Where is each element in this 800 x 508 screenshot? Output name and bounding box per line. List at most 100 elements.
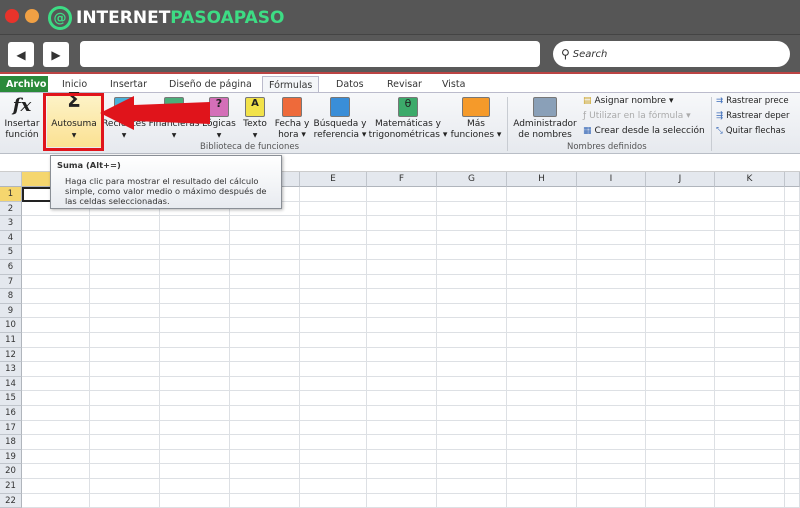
cell[interactable] [90, 376, 160, 392]
cell[interactable] [507, 230, 577, 246]
cell[interactable] [437, 260, 507, 275]
cell[interactable] [785, 245, 800, 260]
cell[interactable] [785, 230, 800, 246]
cell[interactable] [577, 274, 646, 290]
cell[interactable] [367, 420, 437, 436]
row-header[interactable]: 18 [0, 435, 22, 450]
cell[interactable] [646, 362, 715, 377]
administrador-nombres-button[interactable]: Administrador de nombres [512, 95, 578, 141]
cell[interactable] [785, 187, 800, 202]
cell[interactable] [230, 289, 300, 304]
cell[interactable] [367, 201, 437, 217]
cell[interactable] [22, 260, 90, 275]
cell[interactable] [367, 333, 437, 348]
cell[interactable] [437, 201, 507, 217]
cell[interactable] [367, 303, 437, 319]
cell[interactable] [437, 187, 507, 202]
cell[interactable] [785, 435, 800, 450]
cell[interactable] [437, 391, 507, 406]
cell[interactable] [300, 187, 367, 202]
cell[interactable] [230, 420, 300, 436]
cell[interactable] [507, 274, 577, 290]
row-header[interactable]: 20 [0, 464, 22, 479]
rastrear-precedentes-button[interactable]: ⇉ Rastrear prece [716, 96, 789, 106]
cell[interactable] [230, 230, 300, 246]
column-header[interactable] [785, 172, 800, 187]
cell[interactable] [160, 464, 230, 479]
cell[interactable] [577, 303, 646, 319]
row-header[interactable]: 9 [0, 303, 22, 319]
cell[interactable] [160, 216, 230, 231]
close-window-button[interactable] [5, 9, 19, 23]
cell[interactable] [437, 289, 507, 304]
row-header[interactable]: 5 [0, 245, 22, 260]
cell[interactable] [437, 230, 507, 246]
cell[interactable] [577, 187, 646, 202]
cell[interactable] [785, 333, 800, 348]
cell[interactable] [715, 347, 785, 363]
cell[interactable] [577, 493, 646, 508]
cell[interactable] [507, 216, 577, 231]
cell[interactable] [160, 318, 230, 333]
cell[interactable] [160, 333, 230, 348]
cell[interactable] [367, 216, 437, 231]
busqueda-referencia-button[interactable]: Búsqueda y referencia ▾ [312, 95, 368, 141]
cell[interactable] [300, 376, 367, 392]
cell[interactable] [22, 303, 90, 319]
cell[interactable] [785, 449, 800, 465]
cell[interactable] [367, 245, 437, 260]
column-header[interactable]: H [507, 172, 577, 187]
cell[interactable] [160, 347, 230, 363]
mas-funciones-button[interactable]: Más funciones ▾ [448, 95, 504, 141]
cell[interactable] [300, 201, 367, 217]
cell[interactable] [367, 289, 437, 304]
cell[interactable] [90, 391, 160, 406]
cell[interactable] [230, 464, 300, 479]
cell[interactable] [300, 391, 367, 406]
cell[interactable] [300, 318, 367, 333]
cell[interactable] [646, 479, 715, 494]
row-header[interactable]: 15 [0, 391, 22, 406]
row-header[interactable]: 2 [0, 201, 22, 217]
cell[interactable] [437, 420, 507, 436]
cell[interactable] [646, 391, 715, 406]
row-header[interactable]: 14 [0, 376, 22, 392]
cell[interactable] [160, 289, 230, 304]
cell[interactable] [22, 449, 90, 465]
cell[interactable] [367, 260, 437, 275]
cell[interactable] [715, 289, 785, 304]
cell[interactable] [507, 201, 577, 217]
cell[interactable] [300, 420, 367, 436]
cell[interactable] [367, 493, 437, 508]
cell[interactable] [22, 479, 90, 494]
row-header[interactable]: 11 [0, 333, 22, 348]
cell[interactable] [577, 406, 646, 421]
cell[interactable] [785, 347, 800, 363]
cell[interactable] [160, 260, 230, 275]
cell[interactable] [367, 347, 437, 363]
cell[interactable] [715, 406, 785, 421]
column-header[interactable]: K [715, 172, 785, 187]
row-header[interactable]: 13 [0, 362, 22, 377]
cell[interactable] [367, 274, 437, 290]
cell[interactable] [646, 216, 715, 231]
cell[interactable] [437, 245, 507, 260]
cell[interactable] [577, 391, 646, 406]
cell[interactable] [437, 347, 507, 363]
cell[interactable] [715, 493, 785, 508]
cell[interactable] [507, 333, 577, 348]
cell[interactable] [715, 333, 785, 348]
cell[interactable] [367, 362, 437, 377]
cell[interactable] [715, 245, 785, 260]
cell[interactable] [785, 376, 800, 392]
cell[interactable] [230, 391, 300, 406]
cell[interactable] [230, 245, 300, 260]
cell[interactable] [785, 201, 800, 217]
cell[interactable] [300, 260, 367, 275]
cell[interactable] [90, 347, 160, 363]
cell[interactable] [507, 347, 577, 363]
cell[interactable] [715, 230, 785, 246]
cell[interactable] [160, 303, 230, 319]
back-button[interactable]: ◀ [8, 42, 34, 67]
cell[interactable] [646, 435, 715, 450]
